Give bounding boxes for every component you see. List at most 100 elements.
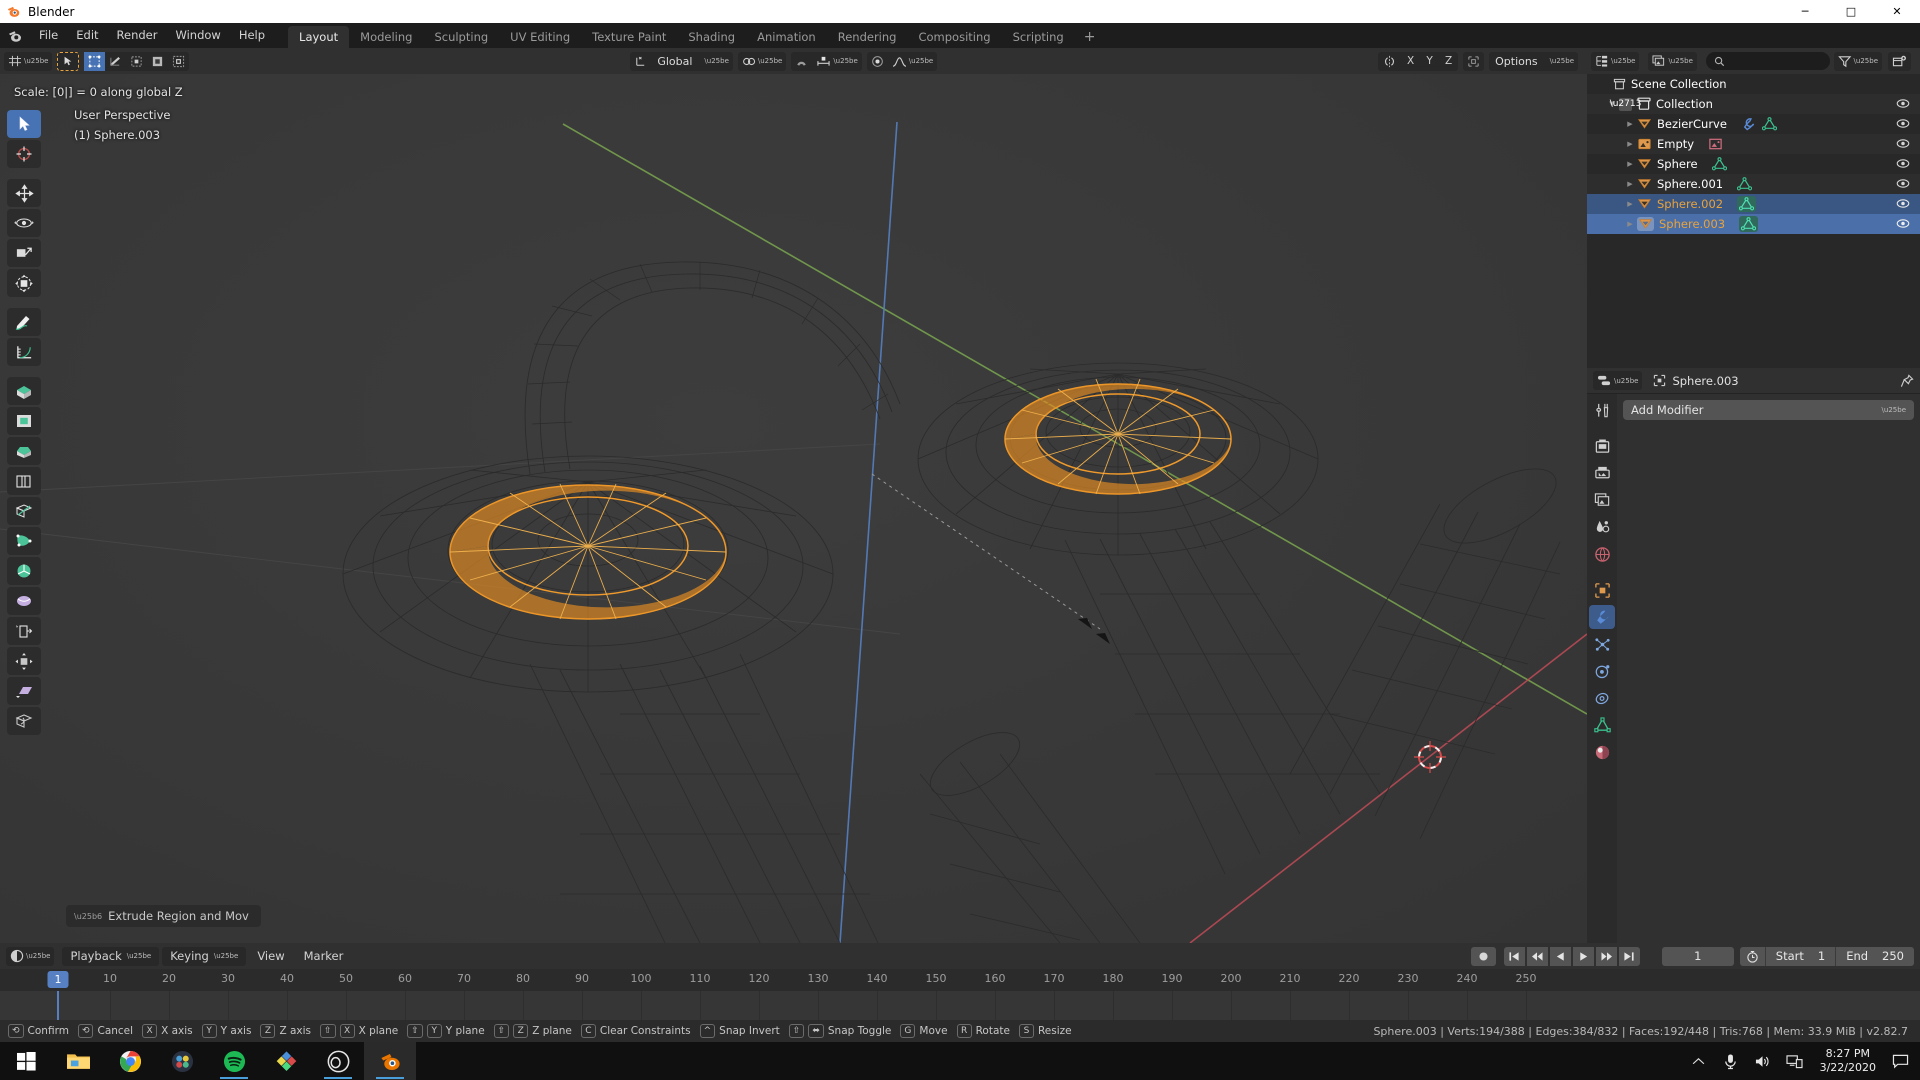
disclosure-triangle[interactable]: ▶ <box>1623 120 1637 128</box>
disclosure-triangle[interactable]: ▶ <box>1623 220 1637 228</box>
volume-icon[interactable] <box>1748 1042 1778 1080</box>
outliner-display-mode-selector[interactable]: \u25be <box>1648 52 1696 71</box>
object-data-tab[interactable] <box>1589 713 1615 737</box>
mesh-data-icon[interactable] <box>1739 197 1754 211</box>
menu-window[interactable]: Window <box>166 23 229 48</box>
tab-texture-paint[interactable]: Texture Paint <box>581 26 677 48</box>
snap-pivot-selector[interactable]: \u25be <box>738 52 786 71</box>
orientation-dropdown-caret[interactable]: \u25be <box>698 52 732 71</box>
outliner-label[interactable]: Sphere.001 <box>1657 177 1723 191</box>
jump-to-prev-keyframe-button[interactable] <box>1527 947 1548 966</box>
outliner-row-sphere[interactable]: ▶ Sphere <box>1587 154 1920 174</box>
play-button[interactable] <box>1573 947 1594 966</box>
menu-help[interactable]: Help <box>230 23 274 48</box>
visibility-eye-icon[interactable] <box>1896 177 1910 190</box>
visibility-eye-icon[interactable] <box>1896 197 1910 210</box>
edit-mode-icon[interactable] <box>57 52 79 71</box>
outliner-row-empty[interactable]: ▶ Empty <box>1587 134 1920 154</box>
obs-studio-icon[interactable] <box>312 1042 364 1080</box>
close-button[interactable]: ✕ <box>1874 0 1920 23</box>
modifier-tab[interactable] <box>1589 605 1615 629</box>
output-tab[interactable] <box>1589 461 1615 485</box>
notifications-icon[interactable] <box>1886 1042 1914 1080</box>
pivot-point-icon[interactable]: \u25be <box>738 52 786 71</box>
add-workspace-button[interactable]: + <box>1075 26 1105 48</box>
options-caret-icon[interactable]: \u25be <box>1544 52 1578 71</box>
tool-move[interactable] <box>7 179 41 207</box>
mesh-data-icon[interactable] <box>1737 177 1752 191</box>
timeline-editor[interactable]: \u25be Playback\u25be Keying\u25be View … <box>0 943 1920 1020</box>
render-tab[interactable] <box>1589 434 1615 458</box>
visibility-eye-icon[interactable] <box>1896 137 1910 150</box>
start-button[interactable] <box>0 1042 52 1080</box>
operator-expand-icon[interactable]: \u25b6 <box>74 912 102 921</box>
modifier-icon[interactable] <box>1741 117 1756 131</box>
xray-toggle-group[interactable] <box>1463 52 1484 71</box>
outliner-filter-button[interactable]: \u25be <box>1834 52 1882 71</box>
filter-icon[interactable]: \u25be <box>1834 52 1882 71</box>
transform-orientation-selector[interactable]: Global \u25be <box>630 52 733 71</box>
playhead-handle[interactable]: 1 <box>48 971 69 988</box>
timeline-icon[interactable]: \u25be <box>6 947 54 966</box>
add-modifier-button[interactable]: Add Modifier \u25be <box>1623 400 1914 420</box>
timeline-marker-menu[interactable]: Marker <box>296 947 352 966</box>
outliner-icon[interactable]: \u25be <box>1591 52 1639 71</box>
use-preview-range-icon[interactable] <box>1740 947 1766 966</box>
tab-sculpting[interactable]: Sculpting <box>423 26 499 48</box>
play-reverse-button[interactable] <box>1550 947 1571 966</box>
mesh-data-icon[interactable] <box>1741 217 1756 231</box>
tool-spin[interactable] <box>7 557 41 585</box>
outliner-label[interactable]: Sphere.002 <box>1657 197 1723 211</box>
edge-select-mode-button[interactable] <box>105 52 126 71</box>
properties-editor-type-selector[interactable]: \u25be <box>1593 371 1642 390</box>
microphone-icon[interactable] <box>1716 1042 1746 1080</box>
playback-menu[interactable]: Playback\u25be <box>62 947 159 966</box>
mirror-icon[interactable] <box>1378 52 1401 71</box>
outliner-row-sphere-002[interactable]: ▶ Sphere.002 <box>1587 194 1920 214</box>
disclosure-triangle[interactable]: ▶ <box>1623 200 1637 208</box>
outliner-row-collection[interactable]: ▼ \u2713 Collection <box>1587 94 1920 114</box>
tool-shear[interactable] <box>7 677 41 705</box>
mirror-z-button[interactable]: Z <box>1439 52 1458 71</box>
start-frame-field[interactable]: Start 1 <box>1766 947 1836 966</box>
tab-rendering[interactable]: Rendering <box>827 26 908 48</box>
select-box-mode-button[interactable] <box>147 52 168 71</box>
outliner-search-input[interactable] <box>1730 55 1822 68</box>
view-layer-display-icon[interactable]: \u25be <box>1648 52 1696 71</box>
tool-measure[interactable] <box>7 338 41 366</box>
outliner-row-scene-collection[interactable]: Scene Collection <box>1587 74 1920 94</box>
visibility-eye-icon[interactable] <box>1896 157 1910 170</box>
viewport-options-menu[interactable]: Options \u25be <box>1489 52 1578 71</box>
outliner-editor-type-selector[interactable]: \u25be <box>1591 52 1639 71</box>
toggle-xray-icon[interactable] <box>1463 52 1484 71</box>
tab-scripting[interactable]: Scripting <box>1002 26 1075 48</box>
outliner-label[interactable]: Sphere.003 <box>1659 217 1725 231</box>
proportional-editing-group[interactable]: \u25be <box>867 52 937 71</box>
new-collection-button[interactable] <box>1888 52 1911 71</box>
mesh-data-icon[interactable] <box>1762 117 1777 131</box>
mode-selector[interactable] <box>57 52 79 71</box>
tool-poly-build[interactable] <box>7 527 41 555</box>
tab-animation[interactable]: Animation <box>746 26 827 48</box>
magnet-icon[interactable] <box>791 52 812 71</box>
outliner-label[interactable]: BezierCurve <box>1657 117 1727 131</box>
tool-tweak[interactable] <box>7 110 41 138</box>
visibility-eye-icon[interactable] <box>1896 97 1910 110</box>
vertex-select-mode-button[interactable] <box>84 52 105 71</box>
outliner-editor[interactable]: \u25be \u25be \u25be <box>1587 48 1920 368</box>
tool-transform[interactable] <box>7 269 41 297</box>
visibility-eye-icon[interactable] <box>1896 217 1910 230</box>
tool-scale[interactable] <box>7 239 41 267</box>
world-tab[interactable] <box>1589 542 1615 566</box>
tab-uv-editing[interactable]: UV Editing <box>499 26 581 48</box>
tool-tab[interactable] <box>1589 398 1615 422</box>
tool-annotate[interactable] <box>7 308 41 336</box>
outliner-row-sphere-003[interactable]: ▶ Sphere.003 <box>1587 214 1920 234</box>
disclosure-triangle[interactable]: ▶ <box>1623 180 1637 188</box>
tab-shading[interactable]: Shading <box>677 26 746 48</box>
view-layer-tab[interactable] <box>1589 488 1615 512</box>
tab-layout[interactable]: Layout <box>288 26 349 48</box>
tool-rotate[interactable] <box>7 209 41 237</box>
google-chrome-icon[interactable] <box>104 1042 156 1080</box>
tool-cursor[interactable] <box>7 140 41 168</box>
